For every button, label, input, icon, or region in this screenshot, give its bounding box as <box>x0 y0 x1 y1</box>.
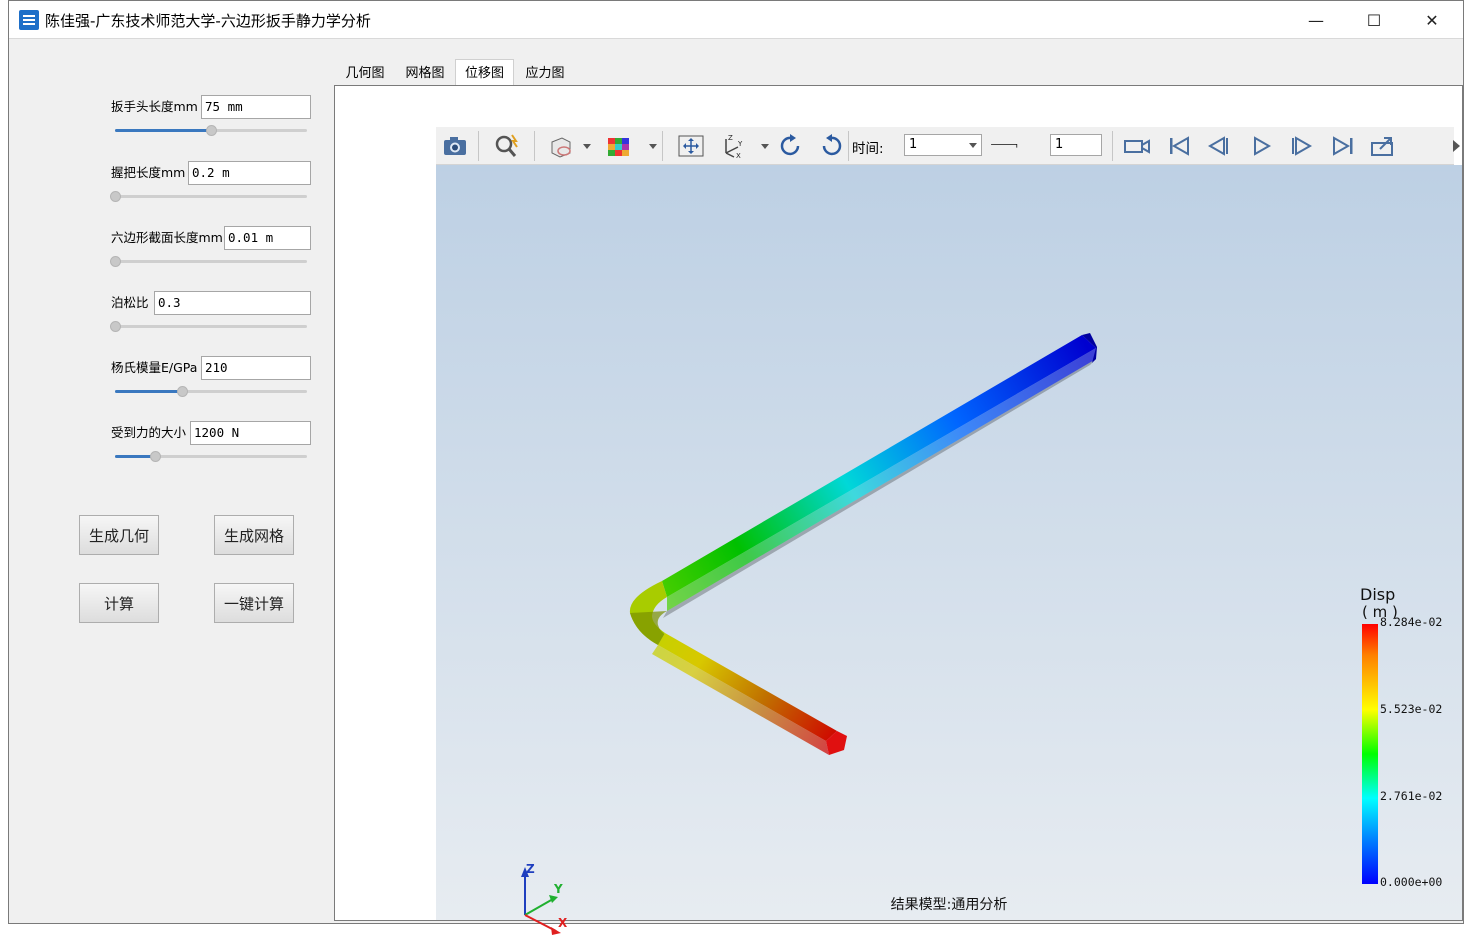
rotate-cw-icon[interactable] <box>776 133 806 159</box>
play-icon[interactable] <box>1246 133 1276 159</box>
slider-knob[interactable] <box>110 321 121 332</box>
head-length-slider[interactable] <box>115 125 307 136</box>
force-slider[interactable] <box>115 451 307 462</box>
axis-label-x: X <box>558 916 568 930</box>
video-record-icon[interactable] <box>1122 133 1152 159</box>
head-length-input[interactable]: 75 mm <box>201 95 311 119</box>
toolbar-separator <box>1112 131 1113 161</box>
line-style-icon[interactable] <box>990 133 1046 159</box>
toolbar-separator <box>662 131 663 161</box>
param-label: 泊松比 <box>111 295 149 310</box>
color-cube-icon[interactable] <box>604 133 634 159</box>
legend-color-bar <box>1362 624 1378 884</box>
legend-tick-max: 8.284e-02 <box>1380 615 1443 629</box>
param-label: 杨氏模量E/GPa <box>111 360 198 375</box>
param-label: 握把长度mm <box>111 165 186 180</box>
parameter-panel: 扳手头长度mm 75 mm 握把长度mm 0.2 m 六边形截面长度mm 0.0… <box>9 39 334 923</box>
wrench-model <box>629 333 1097 755</box>
svg-text:X: X <box>736 152 741 159</box>
time-select[interactable]: 1 <box>904 134 982 156</box>
slider-knob[interactable] <box>150 451 162 462</box>
close-button[interactable]: ✕ <box>1403 1 1461 39</box>
axes-orientation-icon[interactable]: ZYX <box>718 133 748 160</box>
model-caption: 结果模型:通用分析 <box>890 897 1008 913</box>
grip-length-input[interactable]: 0.2 m <box>188 161 311 185</box>
toolbar-separator <box>534 131 535 161</box>
legend-title: Disp <box>1360 585 1396 604</box>
chevron-down-icon[interactable] <box>638 133 657 159</box>
chevron-down-icon <box>969 143 977 148</box>
slider-fill <box>115 129 211 132</box>
step-back-icon[interactable] <box>1204 133 1234 159</box>
chevron-down-icon[interactable] <box>750 133 769 159</box>
step-spinbox[interactable]: 1 <box>1050 134 1102 156</box>
svg-text:Y: Y <box>737 140 743 148</box>
toolbar-separator <box>848 131 849 161</box>
rotate-ccw-icon[interactable] <box>816 133 846 159</box>
window-title: 陈佳强-广东技术师范大学-六边形扳手静力学分析 <box>45 12 371 30</box>
poisson-input[interactable]: 0.3 <box>154 291 311 315</box>
slider-fill <box>115 390 183 393</box>
one-click-compute-button[interactable]: 一键计算 <box>214 583 294 623</box>
zoom-magic-icon[interactable] <box>492 133 522 159</box>
view-tabs: 几何图 网格图 位移图 应力图 <box>334 57 1463 85</box>
poisson-slider[interactable] <box>110 321 307 332</box>
main-window: 陈佳强-广东技术师范大学-六边形扳手静力学分析 — ☐ ✕ 扳手头长度mm 75… <box>8 0 1464 935</box>
title-bar: 陈佳强-广东技术师范大学-六边形扳手静力学分析 — ☐ ✕ <box>9 1 1463 39</box>
slider-knob[interactable] <box>206 125 217 136</box>
tab-stress[interactable]: 应力图 <box>516 60 574 86</box>
camera-icon[interactable] <box>440 133 470 159</box>
legend-tick-min: 0.000e+00 <box>1380 875 1443 889</box>
displacement-view: ZYX 时间: 1 1 Z Y X Disp (m) 8.284e-02 5… <box>334 85 1463 935</box>
slider-fill <box>115 455 156 458</box>
tab-displacement[interactable]: 位移图 <box>455 59 514 85</box>
generate-mesh-button[interactable]: 生成网格 <box>214 515 294 555</box>
toolbar-overflow-icon[interactable] <box>1442 133 1460 159</box>
svg-text:Z: Z <box>728 134 733 142</box>
fit-view-icon[interactable] <box>676 133 706 159</box>
time-label: 时间: <box>852 141 884 157</box>
slider-knob[interactable] <box>110 256 121 267</box>
hex-size-slider[interactable] <box>110 256 307 267</box>
grip-length-slider[interactable] <box>110 191 307 202</box>
hex-size-input[interactable]: 0.01 m <box>224 226 311 250</box>
tab-geometry[interactable]: 几何图 <box>336 60 394 86</box>
step-forward-icon[interactable] <box>1286 133 1316 159</box>
minimize-button[interactable]: — <box>1287 1 1345 39</box>
force-input[interactable]: 1200 N <box>190 421 311 445</box>
wrench-short-arm <box>652 633 847 755</box>
maximize-button[interactable]: ☐ <box>1345 1 1403 39</box>
axis-label-z: Z <box>526 862 535 876</box>
time-select-value: 1 <box>909 137 918 152</box>
app-icon <box>19 10 39 30</box>
wrench-long-arm <box>662 333 1097 618</box>
slider-knob[interactable] <box>110 191 121 202</box>
viewer-toolbar: ZYX 时间: 1 1 <box>436 127 1460 165</box>
chevron-down-icon[interactable] <box>572 133 591 159</box>
compute-button[interactable]: 计算 <box>79 583 159 623</box>
param-label: 受到力的大小 <box>111 425 187 440</box>
generate-geometry-button[interactable]: 生成几何 <box>79 515 159 555</box>
param-label: 六边形截面长度mm <box>111 230 223 245</box>
youngs-modulus-input[interactable]: 210 <box>201 356 311 380</box>
slider-knob[interactable] <box>177 386 189 397</box>
legend-tick: 2.761e-02 <box>1380 789 1443 803</box>
result-panel: 几何图 网格图 位移图 应力图 Z Y X 时间: 1 1 Z Y X Disp… <box>334 57 1463 935</box>
toolbar-separator <box>478 131 479 161</box>
step-value: 1 <box>1055 137 1064 152</box>
skip-first-icon[interactable] <box>1164 133 1194 159</box>
youngs-modulus-slider[interactable] <box>115 386 307 397</box>
export-icon[interactable] <box>1368 133 1398 159</box>
tab-mesh[interactable]: 网格图 <box>396 60 454 86</box>
3d-viewport[interactable]: Z Y X Disp ( m ) 8.284e-02 5.523e-02 2.7… <box>436 165 1462 935</box>
param-label: 扳手头长度mm <box>111 99 198 114</box>
skip-last-icon[interactable] <box>1328 133 1358 159</box>
legend-tick: 5.523e-02 <box>1380 702 1443 716</box>
